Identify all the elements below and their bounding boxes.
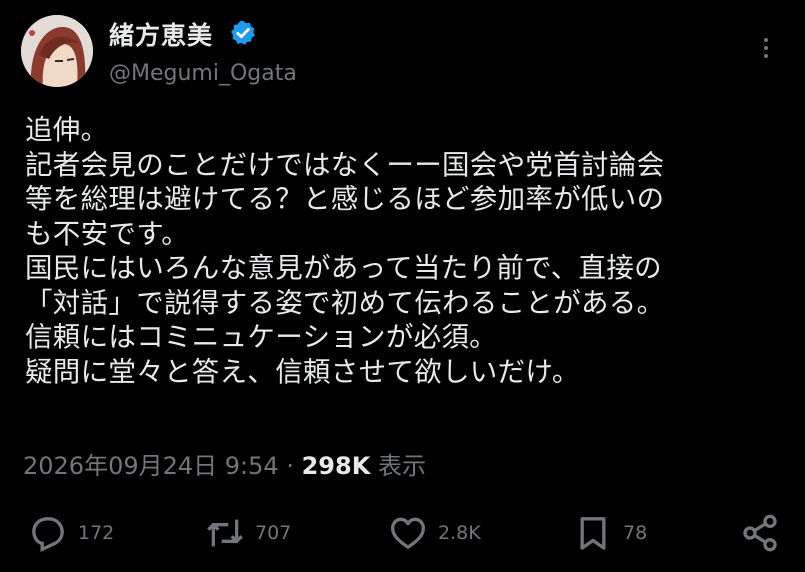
bookmark-button[interactable]: 78 xyxy=(573,513,647,553)
like-button[interactable]: 2.8K xyxy=(388,513,481,553)
views-label: 表示 xyxy=(377,452,426,480)
bookmark-count: 78 xyxy=(623,522,648,544)
tweet-line: 追伸。 xyxy=(25,114,109,146)
tweet-line: 「対話」で説得する姿で初めて伝わることがある。 xyxy=(25,286,665,319)
tweet-meta: 2026年09月24日 9:54 · 298K 表示 xyxy=(23,446,426,481)
handle[interactable]: @Megumi_Ogata xyxy=(109,61,297,86)
more-icon[interactable] xyxy=(755,38,777,64)
bookmark-icon xyxy=(580,517,606,550)
reply-count: 172 xyxy=(78,522,115,544)
avatar-image xyxy=(21,15,93,87)
display-name[interactable]: 緒方恵美 xyxy=(109,16,213,52)
share-button[interactable] xyxy=(740,513,780,553)
tweet-line: も不安です。 xyxy=(25,217,190,250)
repost-count: 707 xyxy=(255,522,292,544)
tweet-line: 国民にはいろんな意見があって当たり前で、直接の xyxy=(25,252,662,284)
repost-icon xyxy=(207,519,243,547)
tweet-line: 疑問に堂々と答え、信頼させて欲しいだけ。 xyxy=(25,355,580,388)
tweet-line: 信頼にはコミニュケーションが必須。 xyxy=(25,321,498,353)
avatar[interactable] xyxy=(21,15,93,87)
tweet-line: 記者会見のことだけではなくーー国会や党首討論会 xyxy=(25,148,665,181)
heart-icon xyxy=(391,517,425,549)
meta-separator: · xyxy=(286,452,294,480)
like-count: 2.8K xyxy=(438,522,481,544)
repost-button[interactable]: 707 xyxy=(205,513,291,553)
share-icon xyxy=(743,514,777,552)
timestamp[interactable]: 2026年09月24日 9:54 xyxy=(23,452,279,480)
reply-button[interactable]: 172 xyxy=(28,513,114,553)
view-count: 298K xyxy=(301,452,371,480)
tweet-line: 等を総理は避けてる？と感じるほど参加率が低いの xyxy=(25,183,665,215)
reply-icon xyxy=(32,517,64,552)
verified-badge-icon xyxy=(231,20,255,45)
tweet-text: 追伸。 記者会見のことだけではなくーー国会や党首討論会 等を総理は避けてる？と感… xyxy=(25,113,785,389)
